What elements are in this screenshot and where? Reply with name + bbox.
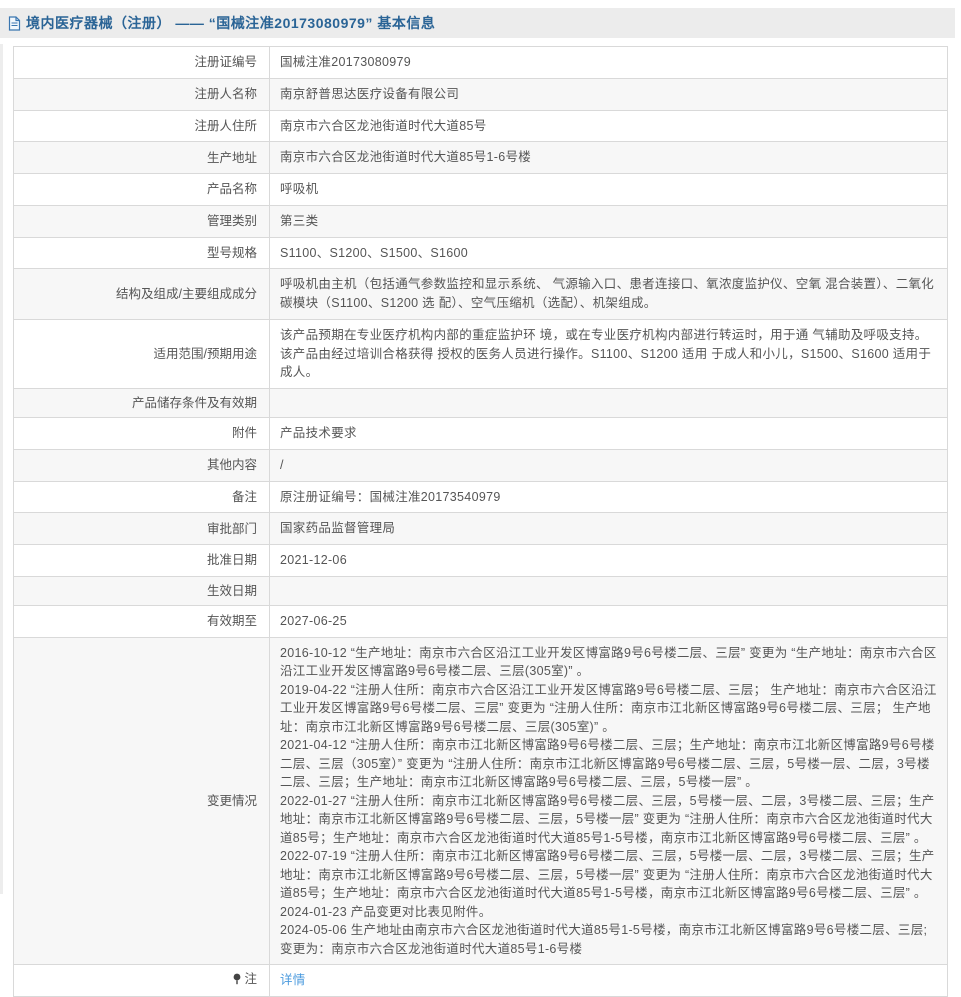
row-structure-composition: 结构及组成/主要组成成分 呼吸机由主机（包括通气参数监控和显示系统、 气源输入口… — [14, 269, 948, 320]
row-label: 适用范围/预期用途 — [14, 319, 270, 388]
row-other-content: 其他内容 / — [14, 449, 948, 481]
row-label: 有效期至 — [14, 605, 270, 637]
row-value: S1100、S1200、S1500、S1600 — [270, 237, 948, 269]
row-effective-date: 生效日期 — [14, 576, 948, 605]
page-left-edge — [0, 44, 3, 894]
row-label: 批准日期 — [14, 545, 270, 577]
row-approval-date: 批准日期 2021-12-06 — [14, 545, 948, 577]
row-value: 原注册证编号：国械注准20173540979 — [270, 481, 948, 513]
row-label: 产品名称 — [14, 174, 270, 206]
page-header-bar: 境内医疗器械（注册） —— “国械注准20173080979” 基本信息 — [0, 8, 955, 38]
change-entry: 2021-04-12 “注册人住所：南京市江北新区博富路9号6号楼二层、三层；生… — [280, 736, 937, 792]
row-label: 管理类别 — [14, 205, 270, 237]
row-value: 2021-12-06 — [270, 545, 948, 577]
row-value: 第三类 — [270, 205, 948, 237]
change-entry: 2022-01-27 “注册人住所：南京市江北新区博富路9号6号楼二层、三层，5… — [280, 792, 937, 848]
row-value: 详情 — [270, 965, 948, 997]
row-change-history: 变更情况 2016-10-12 “生产地址：南京市六合区沿江工业开发区博富路9号… — [14, 637, 948, 965]
row-label: 注册人住所 — [14, 110, 270, 142]
note-label: 注 — [244, 972, 257, 986]
page-title: 境内医疗器械（注册） —— “国械注准20173080979” 基本信息 — [26, 13, 435, 33]
row-label: 变更情况 — [14, 637, 270, 965]
row-label: 生效日期 — [14, 576, 270, 605]
change-entry: 2019-04-22 “注册人住所：南京市六合区沿江工业开发区博富路9号6号楼二… — [280, 681, 937, 737]
row-label: 注册人名称 — [14, 78, 270, 110]
row-value: 国家药品监督管理局 — [270, 513, 948, 545]
row-value: 该产品预期在专业医疗机构内部的重症监护环 境，或在专业医疗机构内部进行转运时，用… — [270, 319, 948, 388]
row-production-address: 生产地址 南京市六合区龙池街道时代大道85号1-6号楼 — [14, 142, 948, 174]
change-entry: 2024-05-06 生产地址由南京市六合区龙池街道时代大道85号1-5号楼，南… — [280, 921, 937, 958]
document-icon — [8, 16, 21, 31]
row-valid-until: 有效期至 2027-06-25 — [14, 605, 948, 637]
row-value: 南京市六合区龙池街道时代大道85号1-6号楼 — [270, 142, 948, 174]
pin-icon — [232, 973, 242, 988]
row-label: 注册证编号 — [14, 47, 270, 79]
row-label: 注 — [14, 965, 270, 997]
row-registrant-address: 注册人住所 南京市六合区龙池街道时代大道85号 — [14, 110, 948, 142]
row-label: 审批部门 — [14, 513, 270, 545]
row-value: 产品技术要求 — [270, 418, 948, 450]
detail-link[interactable]: 详情 — [280, 973, 306, 987]
row-remarks: 备注 原注册证编号：国械注准20173540979 — [14, 481, 948, 513]
row-value — [270, 576, 948, 605]
change-entry: 2016-10-12 “生产地址：南京市六合区沿江工业开发区博富路9号6号楼二层… — [280, 644, 937, 681]
change-entry: 2022-07-19 “注册人住所：南京市江北新区博富路9号6号楼二层、三层，5… — [280, 847, 937, 903]
row-value: 2027-06-25 — [270, 605, 948, 637]
row-label: 生产地址 — [14, 142, 270, 174]
row-model-spec: 型号规格 S1100、S1200、S1500、S1600 — [14, 237, 948, 269]
row-label: 型号规格 — [14, 237, 270, 269]
row-label: 备注 — [14, 481, 270, 513]
row-label: 结构及组成/主要组成成分 — [14, 269, 270, 320]
row-value: 呼吸机 — [270, 174, 948, 206]
row-label: 产品储存条件及有效期 — [14, 389, 270, 418]
change-entry: 2024-01-23 产品变更对比表见附件。 — [280, 903, 937, 922]
row-reg-cert-number: 注册证编号 国械注准20173080979 — [14, 47, 948, 79]
row-approval-department: 审批部门 国家药品监督管理局 — [14, 513, 948, 545]
row-label: 其他内容 — [14, 449, 270, 481]
row-registrant-name: 注册人名称 南京舒普思达医疗设备有限公司 — [14, 78, 948, 110]
row-intended-use: 适用范围/预期用途 该产品预期在专业医疗机构内部的重症监护环 境，或在专业医疗机… — [14, 319, 948, 388]
row-value: 呼吸机由主机（包括通气参数监控和显示系统、 气源输入口、患者连接口、氧浓度监护仪… — [270, 269, 948, 320]
row-note: 注 详情 — [14, 965, 948, 997]
row-value: 南京舒普思达医疗设备有限公司 — [270, 78, 948, 110]
row-value: 南京市六合区龙池街道时代大道85号 — [270, 110, 948, 142]
row-product-name: 产品名称 呼吸机 — [14, 174, 948, 206]
row-attachment: 附件 产品技术要求 — [14, 418, 948, 450]
registration-info-table: 注册证编号 国械注准20173080979 注册人名称 南京舒普思达医疗设备有限… — [13, 46, 948, 997]
row-value — [270, 389, 948, 418]
row-management-class: 管理类别 第三类 — [14, 205, 948, 237]
row-storage-conditions: 产品储存条件及有效期 — [14, 389, 948, 418]
change-history-cell: 2016-10-12 “生产地址：南京市六合区沿江工业开发区博富路9号6号楼二层… — [270, 637, 948, 965]
row-value: 国械注准20173080979 — [270, 47, 948, 79]
row-label: 附件 — [14, 418, 270, 450]
row-value: / — [270, 449, 948, 481]
